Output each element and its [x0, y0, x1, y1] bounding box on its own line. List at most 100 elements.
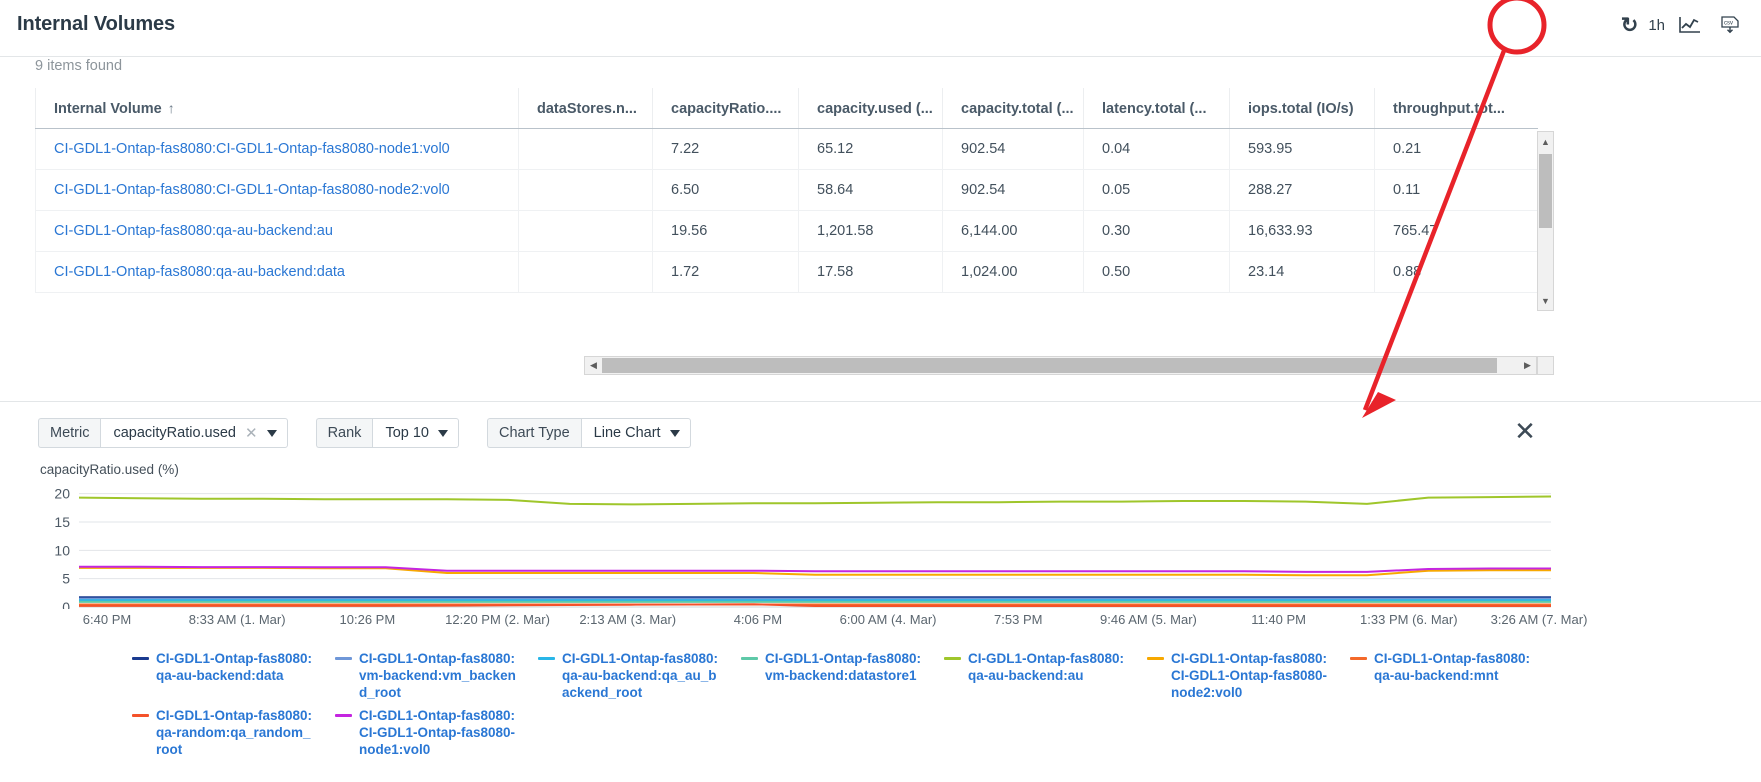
- svg-text:csv: csv: [1724, 21, 1733, 27]
- svg-text:0: 0: [62, 599, 70, 609]
- legend-item[interactable]: CI-GDL1-Ontap-fas8080:CI-GDL1-Ontap-fas8…: [1147, 650, 1350, 701]
- column-header-datastores[interactable]: dataStores.n...: [519, 88, 653, 129]
- legend-item-label: CI-GDL1-Ontap-fas8080:qa-au-backend:qa_a…: [562, 650, 720, 701]
- close-chart-panel-button[interactable]: ✕: [1512, 418, 1538, 444]
- x-axis-tick-label: 2:13 AM (3. Mar): [579, 612, 676, 627]
- svg-text:10: 10: [54, 542, 70, 558]
- internal-volume-link[interactable]: CI-GDL1-Ontap-fas8080:CI-GDL1-Ontap-fas8…: [54, 182, 450, 198]
- legend-item-label: CI-GDL1-Ontap-fas8080:qa-au-backend:au: [968, 650, 1126, 684]
- legend-item[interactable]: CI-GDL1-Ontap-fas8080:qa-au-backend:data: [132, 650, 335, 701]
- chevron-down-icon[interactable]: [438, 430, 448, 437]
- legend-color-swatch: [1147, 657, 1164, 660]
- x-axis-tick-label: 12:20 PM (2. Mar): [445, 612, 550, 627]
- chart-axis-title: capacityRatio.used (%): [40, 462, 1555, 477]
- legend-item[interactable]: CI-GDL1-Ontap-fas8080:qa-au-backend:qa_a…: [538, 650, 741, 701]
- rank-filter-label: Rank: [316, 418, 373, 448]
- legend-item[interactable]: CI-GDL1-Ontap-fas8080:qa-au-backend:mnt: [1350, 650, 1553, 701]
- x-axis-tick-label: 1:33 PM (6. Mar): [1360, 612, 1458, 627]
- legend-item[interactable]: CI-GDL1-Ontap-fas8080:vm-backend:vm_back…: [335, 650, 538, 701]
- refresh-icon[interactable]: ↻: [1621, 15, 1639, 36]
- cell-capacity-used: 58.64: [799, 170, 943, 211]
- column-header-throughput-total[interactable]: throughput.tot...: [1375, 88, 1538, 129]
- chart-x-axis-ticks: 6:40 PM8:33 AM (1. Mar)10:26 PM12:20 PM …: [35, 612, 1555, 632]
- cell-throughput-total: 0.21: [1375, 129, 1538, 170]
- time-range-selector[interactable]: 1h: [1648, 17, 1665, 34]
- legend-item-label: CI-GDL1-Ontap-fas8080:qa-au-backend:mnt: [1374, 650, 1532, 684]
- table-row[interactable]: CI-GDL1-Ontap-fas8080:CI-GDL1-Ontap-fas8…: [36, 129, 1538, 170]
- svg-text:20: 20: [54, 486, 70, 502]
- clear-metric-icon[interactable]: ✕: [245, 424, 258, 442]
- column-header-capacity-used[interactable]: capacity.used (...: [799, 88, 943, 129]
- scroll-down-arrow-icon[interactable]: ▼: [1538, 292, 1553, 309]
- table-row[interactable]: CI-GDL1-Ontap-fas8080:qa-au-backend:au 1…: [36, 211, 1538, 252]
- x-axis-tick-label: 4:06 PM: [734, 612, 782, 627]
- cell-internal-volume[interactable]: CI-GDL1-Ontap-fas8080:CI-GDL1-Ontap-fas8…: [36, 170, 519, 211]
- internal-volume-link[interactable]: CI-GDL1-Ontap-fas8080:qa-au-backend:data: [54, 264, 345, 280]
- x-axis-tick-label: 11:40 PM: [1251, 612, 1306, 627]
- legend-color-swatch: [741, 657, 758, 660]
- scroll-right-arrow-icon[interactable]: ▶: [1519, 357, 1536, 374]
- page-header: Internal Volumes ↻ 1h csv: [0, 0, 1761, 57]
- column-header-internal-volume[interactable]: Internal Volume↑: [36, 88, 519, 129]
- rank-filter-select[interactable]: Top 10: [372, 418, 459, 448]
- legend-color-swatch: [538, 657, 555, 660]
- page-title: Internal Volumes: [17, 13, 175, 36]
- metric-filter-select[interactable]: capacityRatio.used ✕: [100, 418, 287, 448]
- chevron-down-icon[interactable]: [267, 430, 277, 437]
- column-header-iops-total[interactable]: iops.total (IO/s): [1230, 88, 1375, 129]
- internal-volume-link[interactable]: CI-GDL1-Ontap-fas8080:CI-GDL1-Ontap-fas8…: [54, 141, 450, 157]
- rank-filter-value: Top 10: [385, 425, 429, 441]
- results-table: Internal Volume↑ dataStores.n... capacit…: [35, 88, 1538, 293]
- cell-throughput-total: 0.88: [1375, 252, 1538, 293]
- cell-iops-total: 16,633.93: [1230, 211, 1375, 252]
- cell-internal-volume[interactable]: CI-GDL1-Ontap-fas8080:qa-au-backend:data: [36, 252, 519, 293]
- line-chart-svg: 05101520: [35, 484, 1555, 609]
- rank-filter-group: Rank Top 10: [316, 418, 459, 448]
- x-axis-tick-label: 6:40 PM: [83, 612, 131, 627]
- chart-legend: CI-GDL1-Ontap-fas8080:qa-au-backend:data…: [132, 650, 1552, 758]
- line-chart-icon[interactable]: [1675, 12, 1705, 38]
- annotation-arrow-head: [1362, 392, 1396, 418]
- cell-capacity-ratio: 7.22: [653, 129, 799, 170]
- legend-item[interactable]: CI-GDL1-Ontap-fas8080:vm-backend:datasto…: [741, 650, 944, 701]
- cell-capacity-total: 902.54: [943, 129, 1084, 170]
- table-horizontal-scrollbar[interactable]: ◀ ▶: [584, 356, 1537, 375]
- legend-item[interactable]: CI-GDL1-Ontap-fas8080:CI-GDL1-Ontap-fas8…: [335, 707, 538, 758]
- legend-item[interactable]: CI-GDL1-Ontap-fas8080:qa-au-backend:au: [944, 650, 1147, 701]
- sort-ascending-icon[interactable]: ↑: [168, 100, 175, 116]
- vertical-scroll-thumb[interactable]: [1539, 154, 1552, 228]
- cell-datastores: [519, 129, 653, 170]
- cell-iops-total: 288.27: [1230, 170, 1375, 211]
- column-header-capacity-ratio[interactable]: capacityRatio....: [653, 88, 799, 129]
- internal-volume-link[interactable]: CI-GDL1-Ontap-fas8080:qa-au-backend:au: [54, 223, 333, 239]
- chevron-down-icon[interactable]: [670, 430, 680, 437]
- cell-datastores: [519, 170, 653, 211]
- cell-throughput-total: 0.11: [1375, 170, 1538, 211]
- column-header-latency-total[interactable]: latency.total (...: [1084, 88, 1230, 129]
- cell-capacity-ratio: 19.56: [653, 211, 799, 252]
- scroll-left-arrow-icon[interactable]: ◀: [585, 357, 602, 374]
- metric-filter-group: Metric capacityRatio.used ✕: [38, 418, 288, 448]
- cell-internal-volume[interactable]: CI-GDL1-Ontap-fas8080:qa-au-backend:au: [36, 211, 519, 252]
- horizontal-scroll-thumb[interactable]: [602, 358, 1497, 373]
- cell-capacity-ratio: 6.50: [653, 170, 799, 211]
- table-row[interactable]: CI-GDL1-Ontap-fas8080:CI-GDL1-Ontap-fas8…: [36, 170, 1538, 211]
- scrollbar-corner: [1537, 356, 1554, 375]
- table-vertical-scrollbar[interactable]: ▲ ▼: [1537, 131, 1554, 311]
- legend-color-swatch: [132, 714, 149, 717]
- chart-type-filter-select[interactable]: Line Chart: [581, 418, 691, 448]
- legend-item[interactable]: CI-GDL1-Ontap-fas8080:qa-random:qa_rando…: [132, 707, 335, 758]
- cell-latency-total: 0.05: [1084, 170, 1230, 211]
- cell-datastores: [519, 252, 653, 293]
- x-axis-tick-label: 7:53 PM: [994, 612, 1042, 627]
- column-header-capacity-total[interactable]: capacity.total (...: [943, 88, 1084, 129]
- cell-internal-volume[interactable]: CI-GDL1-Ontap-fas8080:CI-GDL1-Ontap-fas8…: [36, 129, 519, 170]
- cell-capacity-total: 6,144.00: [943, 211, 1084, 252]
- cell-latency-total: 0.50: [1084, 252, 1230, 293]
- table-row[interactable]: CI-GDL1-Ontap-fas8080:qa-au-backend:data…: [36, 252, 1538, 293]
- csv-download-icon[interactable]: csv: [1715, 12, 1745, 38]
- x-axis-tick-label: 10:26 PM: [340, 612, 396, 627]
- chart-type-filter-label: Chart Type: [487, 418, 581, 448]
- cell-capacity-total: 1,024.00: [943, 252, 1084, 293]
- scroll-up-arrow-icon[interactable]: ▲: [1538, 133, 1553, 150]
